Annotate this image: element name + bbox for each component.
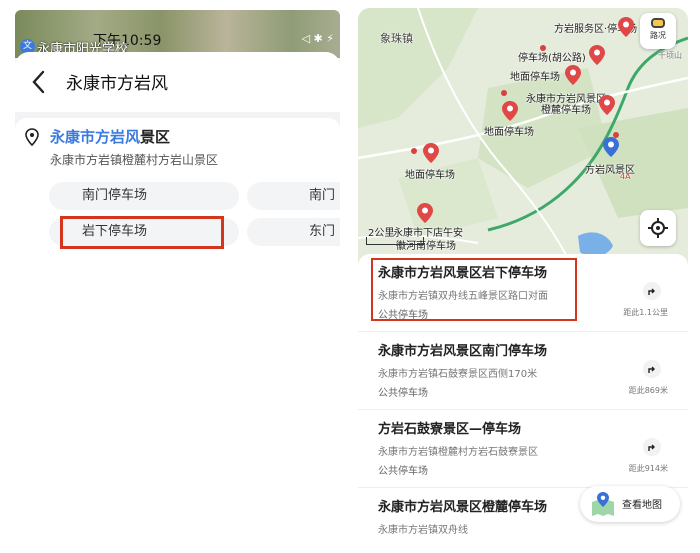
parking-marker-icon[interactable] [501, 100, 519, 122]
suggestion-title[interactable]: 永康市方岩风景区 [50, 126, 170, 147]
map-view[interactable]: 象珠镇 方岩服务区·停车场 停车场(胡公路) 地面停车场 永康市方岩风景区橙麓停… [358, 8, 688, 268]
result-item[interactable]: 方岩石鼓寮景区—停车场 永康市方岩镇橙麓村方岩石鼓寮景区 公共停车场 距此914… [358, 410, 688, 488]
location-pin-icon [25, 128, 39, 146]
suggestion-address: 永康市方岩镇橙麓村方岩山景区 [50, 153, 219, 167]
map-label-town: 象珠镇 [380, 32, 413, 45]
navigate-icon[interactable] [643, 360, 661, 378]
result-title: 永康市方岩风景区岩下停车场 [378, 266, 548, 281]
view-map-label: 查看地图 [622, 500, 662, 511]
map-scale-bar [366, 237, 424, 245]
navigate-icon[interactable] [643, 282, 661, 300]
map-dot [613, 132, 619, 138]
status-icons: ◁ ✱ ⚡ [301, 32, 334, 45]
traffic-icon [651, 18, 665, 28]
result-title: 方岩石鼓寮景区—停车场 [378, 422, 522, 437]
locate-button[interactable] [640, 210, 676, 246]
parking-marker-icon[interactable] [416, 202, 434, 224]
parking-marker-icon[interactable] [564, 64, 582, 86]
suggestion-title-rest: 景区 [140, 128, 171, 146]
parking-marker-icon[interactable] [422, 142, 440, 164]
map-label-chenglu-parking[interactable]: 永康市方岩风景区橙麓停车场 [526, 94, 606, 116]
scenic-marker-icon[interactable] [602, 136, 620, 158]
map-label-ground-parking-3[interactable]: 地面停车场 [405, 166, 455, 181]
map-label-corner: 千顷山 [658, 51, 682, 60]
map-label-scenic-grade: 4A [620, 172, 631, 181]
result-type: 公共停车场 [378, 466, 428, 477]
map-label-hugong-parking[interactable]: 停车场(胡公路) [518, 49, 586, 64]
result-item[interactable]: 永康市方岩风景区岩下停车场 永康市方岩镇双舟线五峰景区路口对面 公共停车场 距此… [358, 254, 688, 332]
map-label-ground-parking-1[interactable]: 地面停车场 [510, 68, 560, 83]
crosshair-icon [648, 218, 668, 238]
navigate-icon[interactable] [643, 438, 661, 456]
view-map-button[interactable]: 查看地图 [580, 486, 680, 522]
result-type: 公共停车场 [378, 388, 428, 399]
chip-south-gate[interactable]: 南门 [247, 182, 340, 210]
parking-marker-icon[interactable] [617, 16, 635, 38]
map-icon [592, 492, 614, 516]
result-address: 永康市方岩镇橙麓村方岩石鼓寮景区 [378, 447, 538, 458]
map-dot [411, 148, 417, 154]
result-address: 永康市方岩镇双舟线五峰景区路口对面 [378, 291, 548, 302]
map-dot [501, 90, 507, 96]
chip-south-gate-parking[interactable]: 南门停车场 [49, 182, 239, 210]
map-label-ground-parking-2[interactable]: 地面停车场 [484, 123, 534, 138]
chip-east-gate[interactable]: 东门 [247, 218, 340, 246]
result-title: 永康市方岩风景区南门停车场 [378, 344, 548, 359]
result-type: 公共停车场 [378, 310, 428, 321]
map-dot [540, 45, 546, 51]
back-arrow-icon[interactable] [31, 66, 49, 96]
result-title: 永康市方岩风景区橙麓停车场 [378, 500, 548, 515]
search-screen: 下午10:59 文 永康市阳光学校 ◁ ✱ ⚡ 永康市方岩风 永康市方岩风景区 … [15, 10, 340, 255]
parking-marker-icon[interactable] [598, 94, 616, 116]
traffic-button-label: 路况 [650, 31, 666, 40]
search-bar: 永康市方岩风 [15, 52, 340, 112]
results-list: 永康市方岩风景区岩下停车场 永康市方岩镇双舟线五峰景区路口对面 公共停车场 距此… [358, 254, 688, 548]
search-input[interactable]: 永康市方岩风 [66, 69, 168, 94]
results-screen: 象珠镇 方岩服务区·停车场 停车场(胡公路) 地面停车场 永康市方岩风景区橙麓停… [358, 8, 688, 548]
result-address: 永康市方岩镇双舟线 [378, 525, 468, 536]
satellite-map-strip: 下午10:59 文 永康市阳光学校 ◁ ✱ ⚡ [15, 10, 340, 58]
suggestion-title-highlight: 永康市方岩风 [50, 128, 141, 146]
suggestion-card[interactable]: 永康市方岩风景区 永康市方岩镇橙麓村方岩山景区 南门停车场 南门 岩下停车场 东… [15, 118, 340, 255]
parking-marker-icon[interactable] [588, 44, 606, 66]
result-item[interactable]: 永康市方岩风景区南门停车场 永康市方岩镇石鼓寮景区西侧170米 公共停车场 距此… [358, 332, 688, 410]
result-distance: 距此869米 [628, 386, 668, 395]
result-distance: 距此1.1公里 [623, 308, 668, 317]
traffic-button[interactable]: 路况 [640, 13, 676, 49]
result-address: 永康市方岩镇石鼓寮景区西侧170米 [378, 369, 538, 380]
result-distance: 距此914米 [628, 464, 668, 473]
chip-yanxia-parking[interactable]: 岩下停车场 [49, 218, 239, 246]
